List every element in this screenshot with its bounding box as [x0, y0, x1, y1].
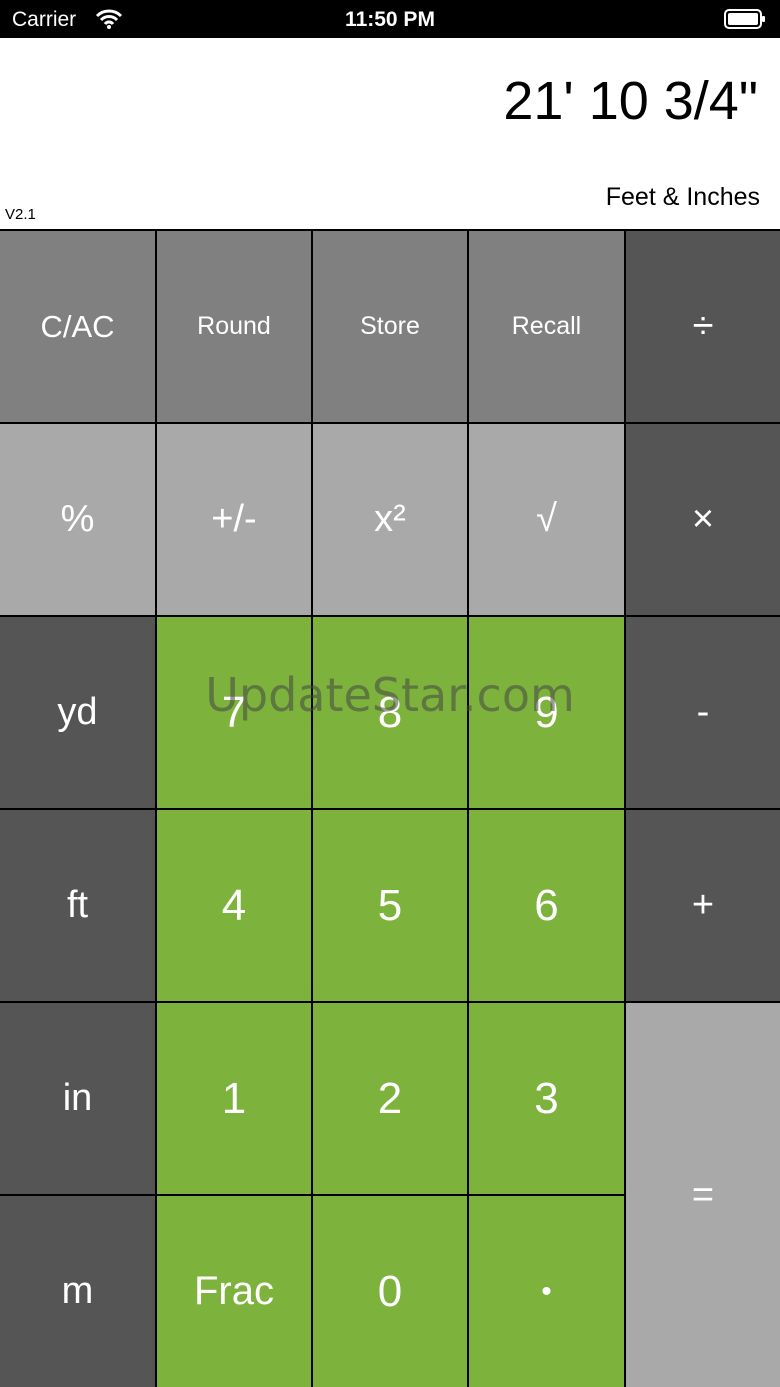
square-button[interactable]: x² [313, 424, 467, 615]
keypad: C/AC Round Store Recall ÷ % +/- x² √ × y… [0, 229, 780, 1387]
display-value: 21' 10 3/4" [503, 71, 758, 131]
minus-button[interactable]: - [626, 617, 780, 808]
meter-unit-button[interactable]: m [0, 1196, 155, 1387]
unit-mode-label[interactable]: Feet & Inches [606, 183, 760, 212]
plus-button[interactable]: + [626, 810, 780, 1001]
divide-button[interactable]: ÷ [626, 231, 780, 422]
status-bar: Carrier 11:50 PM [0, 0, 780, 38]
version-label: V2.1 [5, 206, 36, 223]
inch-unit-button[interactable]: in [0, 1003, 155, 1194]
round-button[interactable]: Round [157, 231, 311, 422]
fraction-button[interactable]: Frac [157, 1196, 311, 1387]
battery-icon [724, 9, 765, 29]
multiply-button[interactable]: × [626, 424, 780, 615]
digit-9-button[interactable]: 9 [469, 617, 624, 808]
clock: 11:50 PM [345, 8, 435, 31]
digit-0-button[interactable]: 0 [313, 1196, 467, 1387]
sqrt-button[interactable]: √ [469, 424, 624, 615]
calculator-display: 21' 10 3/4" Feet & Inches V2.1 [0, 38, 780, 229]
feet-unit-button[interactable]: ft [0, 810, 155, 1001]
digit-3-button[interactable]: 3 [469, 1003, 624, 1194]
recall-button[interactable]: Recall [469, 231, 624, 422]
equals-button[interactable]: = [626, 1003, 780, 1387]
plus-minus-button[interactable]: +/- [157, 424, 311, 615]
store-button[interactable]: Store [313, 231, 467, 422]
digit-8-button[interactable]: 8 [313, 617, 467, 808]
clear-button[interactable]: C/AC [0, 231, 155, 422]
digit-6-button[interactable]: 6 [469, 810, 624, 1001]
yard-unit-button[interactable]: yd [0, 617, 155, 808]
digit-1-button[interactable]: 1 [157, 1003, 311, 1194]
digit-7-button[interactable]: 7 [157, 617, 311, 808]
percent-button[interactable]: % [0, 424, 155, 615]
digit-2-button[interactable]: 2 [313, 1003, 467, 1194]
decimal-button[interactable]: • [469, 1196, 624, 1387]
digit-4-button[interactable]: 4 [157, 810, 311, 1001]
digit-5-button[interactable]: 5 [313, 810, 467, 1001]
